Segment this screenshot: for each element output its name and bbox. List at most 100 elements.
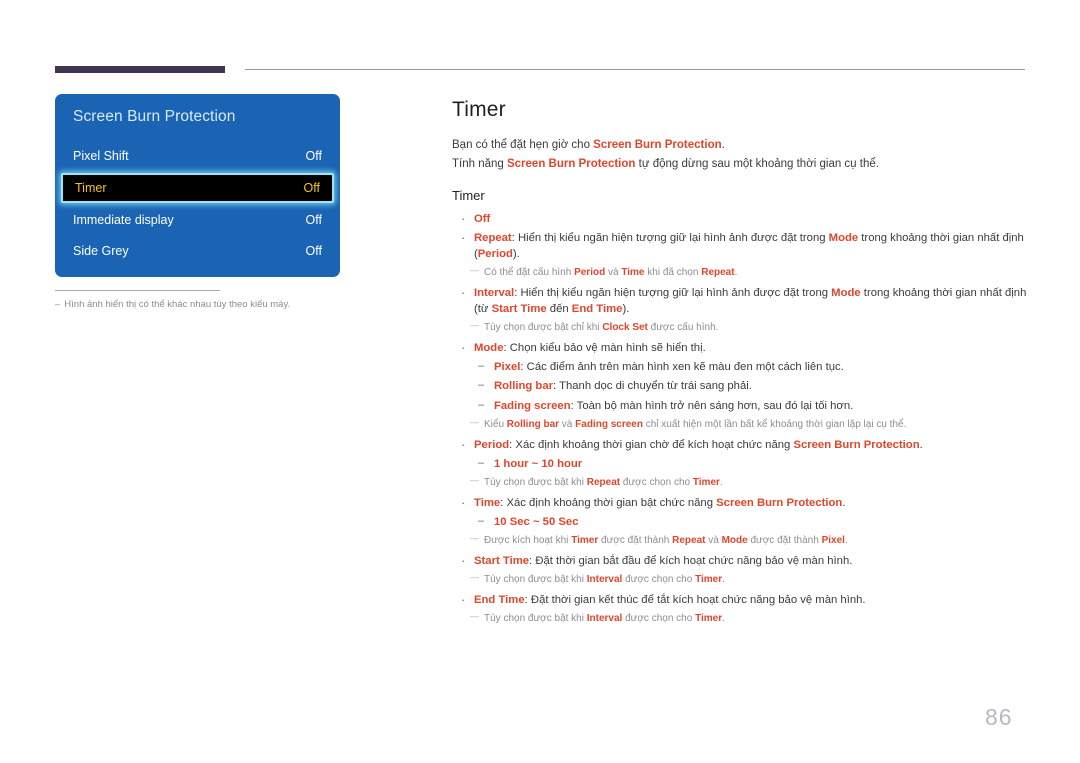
accent-term: Mode <box>721 534 748 546</box>
accent-term: Interval <box>586 573 623 585</box>
body-text: : Xác định khoảng thời gian bật chức năn… <box>500 496 717 509</box>
body-text: : Đặt thời gian bắt đầu để kích hoạt chứ… <box>529 554 853 567</box>
caption-divider <box>55 290 220 291</box>
osd-row-value: Off <box>305 213 322 227</box>
body-text: khi đã chọn <box>644 267 702 279</box>
accent-term: Rolling bar <box>506 418 560 430</box>
caption-dash: – <box>55 299 61 310</box>
accent-term: Period <box>474 438 510 451</box>
option-note: Tùy chọn được bật chỉ khi Clock Set được… <box>452 319 1032 335</box>
figure-caption: – Hình ảnh hiển thị có thể khác nhau tùy … <box>55 299 355 310</box>
accent-term: Period <box>574 267 606 279</box>
osd-row-label: Side Grey <box>73 244 129 258</box>
accent-term: 10 Sec ~ 50 Sec <box>494 515 579 528</box>
body-text: . <box>722 612 725 624</box>
body-text: Tùy chọn được bật khi <box>484 612 587 624</box>
accent-term: Screen Burn Protection <box>716 496 843 509</box>
body-text: và <box>559 418 576 430</box>
accent-term: Pixel <box>821 534 845 546</box>
osd-row-value: Off <box>305 244 322 258</box>
accent-term: Time <box>474 496 501 509</box>
body-text: đến <box>546 303 572 316</box>
header-divider-line <box>245 69 1025 70</box>
accent-term: Interval <box>586 612 623 624</box>
body-text: : Hiển thị kiểu ngăn hiện tượng giữ lại … <box>514 287 832 300</box>
body-text: : Chọn kiểu bảo vệ màn hình sẽ hiển thị. <box>503 342 706 355</box>
body-text: . <box>722 573 725 585</box>
body-text: . <box>719 476 723 488</box>
option-item: Interval: Hiển thị kiểu ngăn hiện tượng … <box>452 284 1032 317</box>
option-item: Start Time: Đặt thời gian bắt đầu để kíc… <box>452 552 1032 570</box>
accent-term: Repeat <box>701 267 735 279</box>
accent-term: Rolling bar <box>494 380 553 393</box>
option-sub-item: 10 Sec ~ 50 Sec <box>452 514 1032 530</box>
accent-term: Mode <box>474 342 504 355</box>
accent-term: Mode <box>831 287 861 300</box>
body-text: : Toàn bộ màn hình trở nên sáng hơn, sau… <box>570 399 854 412</box>
osd-row-side-grey[interactable]: Side Grey Off <box>55 237 340 265</box>
intro-line: Tính năng Screen Burn Protection tự động… <box>452 155 1032 174</box>
option-note: Tùy chọn được bật khi Repeat được chọn c… <box>452 474 1032 490</box>
content-column: Timer Bạn có thể đặt hẹn giờ cho Screen … <box>452 98 1032 631</box>
header-accent-bar <box>55 66 225 73</box>
intro-line: Bạn có thể đặt hẹn giờ cho Screen Burn P… <box>452 136 1032 155</box>
accent-term: Screen Burn Protection <box>506 157 636 170</box>
option-item: Repeat: Hiển thị kiểu ngăn hiện tượng gi… <box>452 229 1032 262</box>
accent-term: Time <box>621 267 645 279</box>
accent-term: Pixel <box>494 361 521 374</box>
accent-term: Off <box>474 213 491 226</box>
accent-term: Screen Burn Protection <box>593 139 722 151</box>
option-sub-item: Pixel: Các điểm ảnh trên màn hình xen kẽ… <box>452 359 1032 375</box>
osd-row-label: Pixel Shift <box>73 149 129 163</box>
option-item: Time: Xác định khoảng thời gian bật chức… <box>452 494 1032 512</box>
option-note: Được kích hoạt khi Timer được đặt thành … <box>452 532 1032 548</box>
option-note: Tùy chọn được bật khi Interval được chọn… <box>452 571 1032 587</box>
accent-term: End Time <box>474 593 525 606</box>
body-text: : Đặt thời gian kết thúc để tắt kích hoạ… <box>524 593 866 606</box>
accent-term: Timer <box>695 612 723 624</box>
body-text: . <box>721 139 725 151</box>
accent-term: Screen Burn Protection <box>793 438 920 451</box>
body-text: và <box>705 534 722 546</box>
body-text: Tùy chọn được bật chỉ khi <box>484 322 603 334</box>
accent-term: Timer <box>571 534 599 546</box>
body-text: Tùy chọn được bật khi <box>484 573 587 585</box>
body-text: Tùy chọn được bật khi <box>484 476 587 488</box>
accent-term: Timer <box>692 476 720 488</box>
osd-row-immediate-display[interactable]: Immediate display Off <box>55 206 340 234</box>
accent-term: Mode <box>828 232 859 245</box>
body-text: được chọn cho <box>622 573 696 585</box>
body-text: . <box>844 534 848 546</box>
osd-row-timer[interactable]: Timer Off <box>61 173 334 203</box>
accent-term: Repeat <box>586 476 621 488</box>
accent-term: Clock Set <box>602 322 648 334</box>
body-text: được chọn cho <box>622 612 696 624</box>
accent-term: Repeat <box>672 534 706 546</box>
body-text: được cấu hình. <box>647 322 719 334</box>
option-note: Có thể đặt cấu hình Period và Time khi đ… <box>452 264 1032 280</box>
body-text: : Xác định khoảng thời gian chờ để kích … <box>509 438 794 451</box>
section-title: Timer <box>452 188 485 204</box>
osd-row-label: Immediate display <box>73 213 174 227</box>
body-text: tự động dừng sau một khoảng thời gian cụ… <box>635 157 879 170</box>
body-text: ). <box>622 303 630 316</box>
accent-term: Start Time <box>474 554 530 567</box>
option-item: Period: Xác định khoảng thời gian chờ để… <box>452 436 1032 454</box>
body-text: chỉ xuất hiện một lần bất kể khoảng thời… <box>642 418 907 430</box>
body-text: : Hiển thị kiểu ngăn hiện tượng giữ lại … <box>511 232 829 245</box>
body-text: được đặt thành <box>598 534 673 546</box>
caption-text: Hình ảnh hiển thị có thể khác nhau tùy t… <box>64 299 291 310</box>
osd-row-pixel-shift[interactable]: Pixel Shift Off <box>55 142 340 170</box>
option-sub-item: 1 hour ~ 10 hour <box>452 456 1032 472</box>
body-text: Tính năng <box>452 157 507 170</box>
option-item: Off <box>452 210 1032 228</box>
intro-paragraphs: Bạn có thể đặt hẹn giờ cho Screen Burn P… <box>452 136 1032 173</box>
body-text: . <box>919 438 923 451</box>
osd-row-value: Off <box>303 181 320 195</box>
osd-menu-panel: Screen Burn Protection Pixel Shift Off Tim… <box>55 94 340 277</box>
osd-row-value: Off <box>305 149 322 163</box>
accent-term: Fading screen <box>575 418 643 430</box>
option-list: OffRepeat: Hiển thị kiểu ngăn hiện tượng… <box>452 210 1032 625</box>
body-text: Bạn có thể đặt hẹn giờ cho <box>452 139 594 151</box>
body-text: và <box>605 267 622 279</box>
